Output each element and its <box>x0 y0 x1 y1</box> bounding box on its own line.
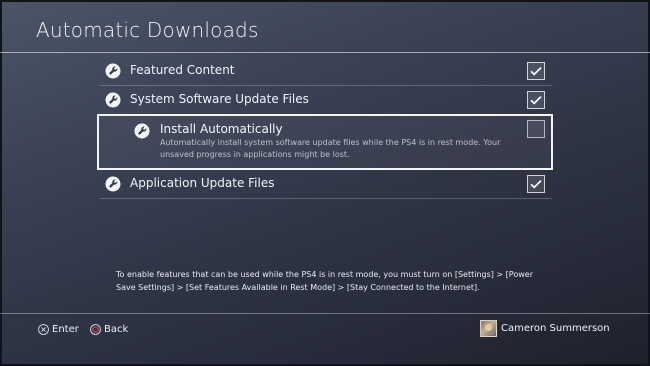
title-divider <box>0 52 650 53</box>
wrench-icon <box>134 123 150 139</box>
back-label: Back <box>104 324 129 335</box>
setting-description: Automatically install system software up… <box>160 138 501 159</box>
system-software-update-files-checkbox[interactable] <box>527 91 545 109</box>
back-button[interactable]: Back <box>90 324 128 335</box>
setting-row-system-software-update-files[interactable]: System Software Update Files <box>100 87 552 115</box>
enter-label: Enter <box>52 324 79 335</box>
checkmark-icon <box>530 179 542 189</box>
setting-row-install-automatically[interactable]: Install Automatically Automatically inst… <box>97 114 553 170</box>
wrench-icon <box>105 92 121 108</box>
setting-label: System Software Update Files <box>130 92 309 106</box>
checkmark-icon <box>530 66 542 76</box>
setting-row-application-update-files[interactable]: Application Update Files <box>100 171 552 199</box>
setting-row-featured-content[interactable]: Featured Content <box>100 58 552 86</box>
setting-label: Application Update Files <box>130 176 275 190</box>
setting-label: Install Automatically <box>160 122 283 136</box>
bottom-divider <box>0 313 650 314</box>
circle-button-icon <box>90 324 101 335</box>
wrench-icon <box>105 63 121 79</box>
checkmark-icon <box>530 95 542 105</box>
application-update-files-checkbox[interactable] <box>527 175 545 193</box>
cross-button-icon <box>38 324 49 335</box>
user-profile: Cameron Summerson <box>480 320 610 337</box>
avatar <box>480 320 497 337</box>
install-automatically-checkbox[interactable] <box>527 120 545 138</box>
featured-content-checkbox[interactable] <box>527 62 545 80</box>
enter-button[interactable]: Enter <box>38 324 79 335</box>
page-title: Automatic Downloads <box>36 18 259 42</box>
user-name: Cameron Summerson <box>501 323 610 334</box>
rest-mode-note: To enable features that can be used whil… <box>116 270 533 292</box>
wrench-icon <box>105 176 121 192</box>
setting-label: Featured Content <box>130 63 235 77</box>
